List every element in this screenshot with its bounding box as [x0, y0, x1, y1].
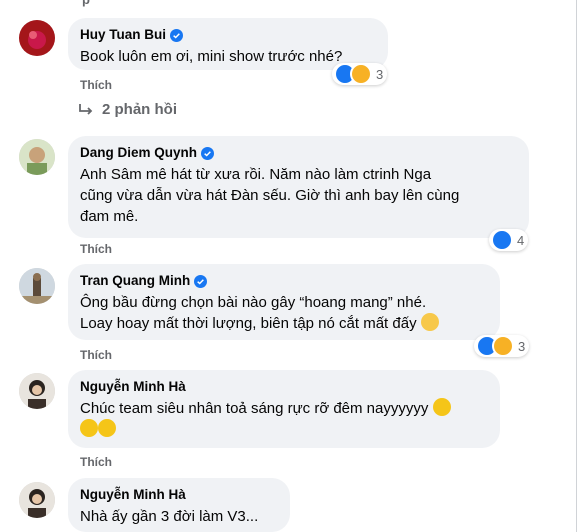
comment-text: Anh Sâm mê hát từ xưa rồi. Năm nào làm c…	[80, 166, 460, 225]
like-button[interactable]: Thích	[80, 242, 112, 256]
replies-count-label: 2 phản hồi	[102, 101, 177, 118]
avatar[interactable]	[19, 482, 55, 518]
commenter-name[interactable]: Tran Quang Minh	[80, 272, 190, 290]
like-button[interactable]: Thích	[80, 455, 112, 469]
reply-arrow-icon	[79, 103, 93, 115]
comment-text: Nhà ấy gần 3 đời làm V3...	[80, 508, 259, 525]
avatar[interactable]	[19, 268, 55, 304]
smile-emoji-icon	[420, 313, 439, 331]
avatar[interactable]	[19, 373, 55, 409]
reaction-count: 3	[376, 66, 384, 82]
star-struck-emoji-icon	[98, 419, 116, 437]
commenter-name[interactable]: Huy Tuan Bui	[80, 26, 166, 44]
comment-text: Ông bầu đừng chọn bài nào gây “hoang man…	[80, 292, 488, 334]
reaction-summary[interactable]: 4	[489, 229, 529, 251]
comment-bubble: Dang Diem Quynh Anh Sâm mê hát từ xưa rồ…	[68, 136, 529, 238]
verified-badge-icon	[201, 146, 215, 160]
like-button[interactable]: Thích	[80, 348, 112, 362]
haha-icon	[350, 63, 372, 85]
comment-bubble: Nguyễn Minh Hà Chúc team siêu nhân toả s…	[68, 370, 500, 448]
verified-badge-icon	[194, 274, 208, 288]
reaction-count: 3	[518, 338, 526, 354]
like-icon	[491, 229, 513, 251]
reaction-count: 4	[517, 232, 525, 248]
right-divider	[576, 0, 577, 532]
star-struck-emoji-icon	[432, 398, 451, 416]
comment-bubble: Tran Quang Minh Ông bầu đừng chọn bài nà…	[68, 264, 500, 340]
haha-icon	[492, 335, 514, 357]
like-button[interactable]: Thích	[80, 78, 112, 92]
avatar[interactable]	[19, 20, 55, 56]
comment-text: Book luôn em ơi, mini show trước nhé?	[80, 48, 343, 65]
commenter-name[interactable]: Dang Diem Quynh	[80, 144, 197, 162]
comment-bubble: Nguyễn Minh Hà Nhà ấy gần 3 đời làm V3..…	[68, 478, 290, 532]
comment-text: Chúc team siêu nhân toả sáng rực rỡ đêm …	[80, 398, 488, 440]
avatar[interactable]	[19, 139, 55, 175]
commenter-name[interactable]: Nguyễn Minh Hà	[80, 486, 278, 504]
commenter-name[interactable]: Nguyễn Minh Hà	[80, 378, 488, 396]
reaction-summary[interactable]: 3	[332, 63, 388, 85]
reaction-summary[interactable]: 3	[474, 335, 530, 357]
verified-badge-icon	[170, 28, 183, 42]
previous-comment-fragment: p	[82, 0, 90, 7]
star-struck-emoji-icon	[80, 419, 98, 437]
view-replies-link[interactable]: 2 phản hồi	[78, 101, 177, 118]
